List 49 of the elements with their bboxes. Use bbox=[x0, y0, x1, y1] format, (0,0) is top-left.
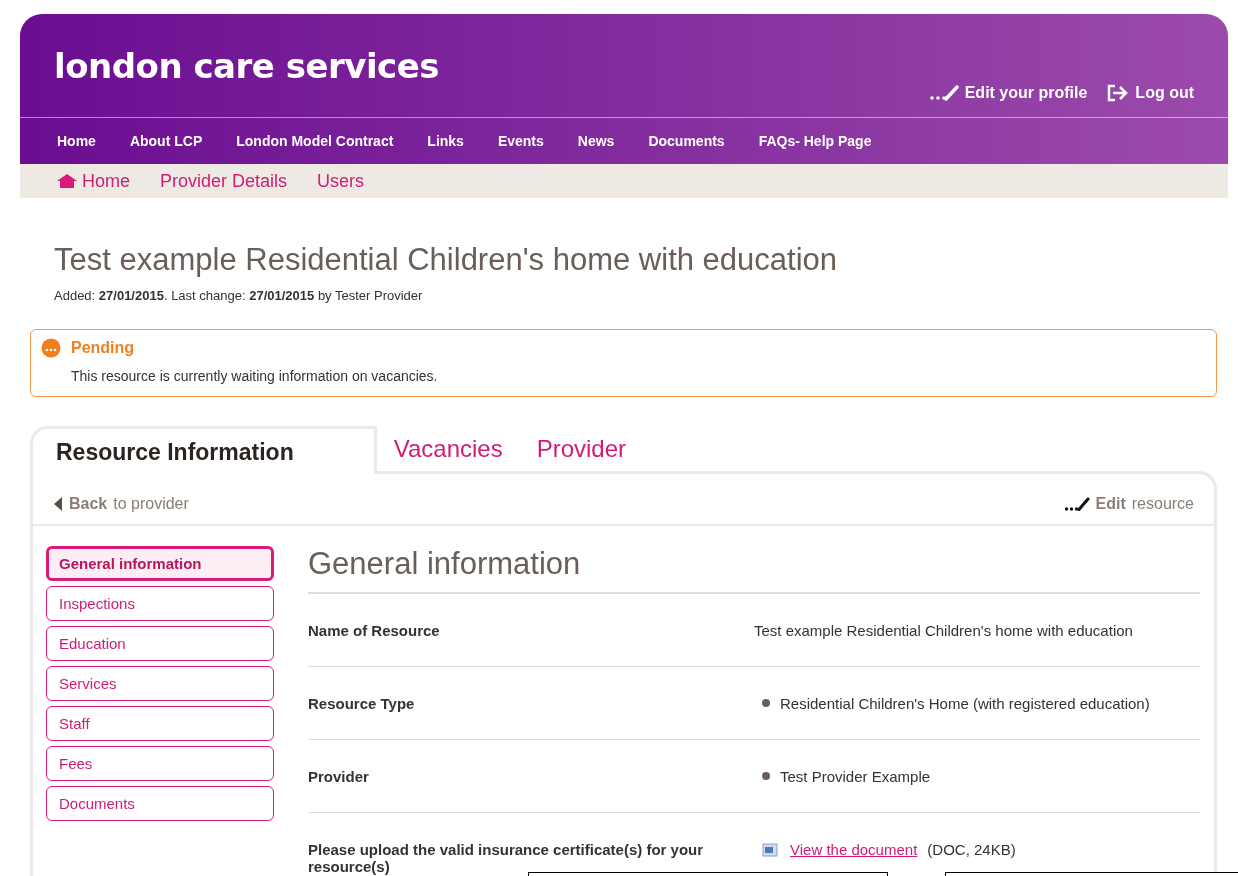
field-value: Test example Residential Children's home with education bbox=[754, 621, 1133, 639]
section-tab[interactable]: Documents bbox=[46, 786, 274, 821]
subnav-link[interactable]: Users bbox=[317, 170, 365, 192]
site-logo[interactable]: london care services bbox=[54, 46, 440, 86]
tab[interactable]: Resource Information bbox=[30, 426, 377, 474]
nav-link[interactable]: London Model Contract bbox=[236, 133, 394, 149]
nav-link[interactable]: Links bbox=[427, 133, 464, 149]
section-tab[interactable]: Staff bbox=[46, 706, 274, 741]
section-tab[interactable]: General information bbox=[46, 546, 274, 581]
house-icon bbox=[56, 173, 78, 189]
subnav-link[interactable]: Provider Details bbox=[160, 170, 288, 192]
subnav-link[interactable]: Home bbox=[56, 170, 130, 192]
field-value: Residential Children's Home (with registered education) bbox=[780, 694, 1150, 712]
pending-icon bbox=[41, 338, 61, 358]
document-link[interactable]: View the document bbox=[790, 841, 918, 858]
section-heading: General information bbox=[308, 546, 1200, 594]
back-link[interactable]: Back to provider bbox=[53, 495, 189, 513]
bullet-icon bbox=[762, 772, 770, 780]
change-info: Added: 27/01/2015. Last change: 27/01/2015 by Tester Provider bbox=[54, 288, 424, 303]
field-label: Name of Resource bbox=[308, 621, 441, 639]
section-tab[interactable]: Education bbox=[46, 626, 274, 661]
logout-link[interactable]: Log out bbox=[1107, 84, 1194, 102]
page-title: Test example Residential Children's home with education bbox=[54, 242, 839, 278]
edit-link[interactable]: Edit resource bbox=[1063, 495, 1194, 513]
document-icon bbox=[762, 841, 780, 858]
logout-icon bbox=[1107, 84, 1130, 102]
left-triangle-icon bbox=[53, 496, 63, 512]
bullet-icon bbox=[762, 699, 770, 707]
pencil-icon bbox=[928, 85, 959, 101]
tab[interactable]: Vacancies bbox=[376, 425, 520, 471]
field-label: Please upload the valid insurance certificate(s) for your resource(s) bbox=[308, 841, 705, 875]
nav-link[interactable]: Home bbox=[57, 133, 96, 149]
tab[interactable]: Provider bbox=[519, 425, 644, 471]
status-message: This resource is currently waiting information on vacancies. bbox=[71, 368, 439, 384]
field-label: Resource Type bbox=[308, 694, 416, 712]
field-label: Provider bbox=[308, 767, 370, 785]
nav-link[interactable]: About LCP bbox=[129, 133, 203, 149]
nav-link[interactable]: FAQs- Help Page bbox=[758, 133, 872, 149]
section-tab[interactable]: Fees bbox=[46, 746, 274, 781]
profile-link[interactable]: Edit your profile bbox=[928, 84, 1088, 102]
nav-link[interactable]: Events bbox=[497, 133, 544, 149]
pencil-icon bbox=[1063, 497, 1090, 511]
field-value: Test Provider Example bbox=[780, 767, 931, 785]
nav-link[interactable]: Documents bbox=[648, 133, 725, 149]
section-tab[interactable]: Services bbox=[46, 666, 274, 701]
status-title: Pending bbox=[71, 339, 135, 357]
nav-link[interactable]: News bbox=[577, 133, 615, 149]
file-info: (DOC, 24KB) bbox=[927, 841, 1016, 858]
section-tab[interactable]: Inspections bbox=[46, 586, 274, 621]
